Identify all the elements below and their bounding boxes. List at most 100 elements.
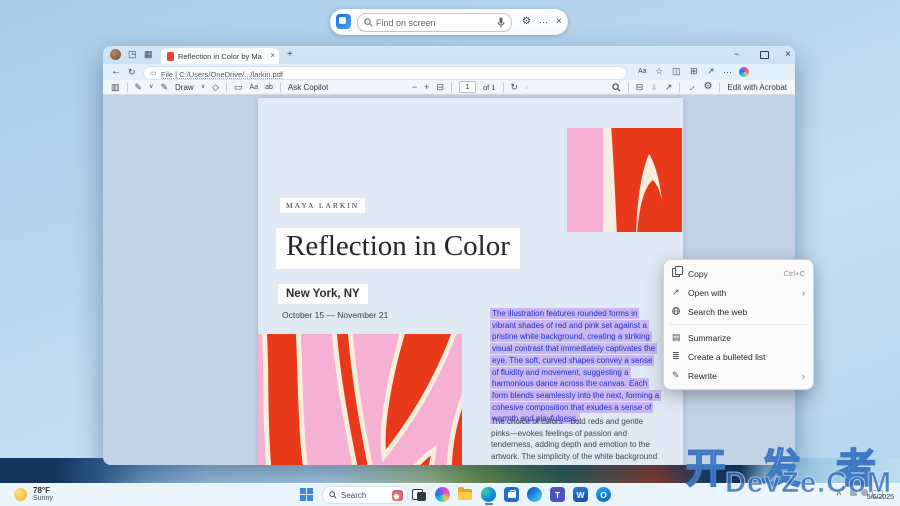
sun-icon (14, 488, 27, 501)
browser-window: ◳ ▦ Reflection in Color by Maya Lar... ×… (103, 46, 795, 465)
menu-item-open-with[interactable]: ↗ Open with › (664, 283, 813, 302)
menu-item-search-the-web[interactable]: Search the web (664, 302, 813, 321)
read-aloud-pdf-icon[interactable]: Aa (250, 84, 259, 91)
refresh-icon[interactable]: ↻ (128, 68, 136, 77)
desktop: Find on screen ⚙ ⋯ × ◳ ▦ Reflection in C… (0, 0, 900, 506)
highlighter-icon[interactable]: ✎ (135, 82, 143, 92)
window-close-icon[interactable]: × (785, 50, 791, 60)
page-number-input[interactable]: 1 (458, 81, 476, 93)
find-on-screen-input[interactable]: Find on screen (357, 13, 512, 32)
menu-item-rewrite[interactable]: ✎ Rewrite › (664, 366, 813, 385)
weather-condition: Sunny (33, 495, 53, 502)
workspaces-icon[interactable]: ◳ (128, 50, 137, 59)
microphone-icon[interactable] (497, 17, 505, 28)
tab-reflection-in-color[interactable]: Reflection in Color by Maya Lar... × (161, 48, 279, 64)
page-view-icon[interactable]: ▫ (525, 82, 528, 92)
click-to-do-icon (336, 14, 351, 29)
toolbar-more-icon[interactable]: ⋯ (723, 68, 732, 77)
profile-avatar[interactable] (110, 49, 121, 60)
menu-label: Create a bulleted list (688, 351, 766, 362)
draw-pen-icon[interactable]: ✎ (160, 82, 168, 92)
task-view-icon-front[interactable] (417, 492, 426, 501)
word-icon[interactable]: W (573, 487, 588, 502)
ask-copilot-button[interactable]: Ask Copilot (288, 83, 328, 92)
pdf-page: MAYA LARKIN Reflection in Color New York… (258, 98, 683, 465)
address-bar-row: ← ↻ ▭ File | C:/Users/OneDrive/.../larki… (103, 64, 795, 80)
draw-chevron-icon[interactable]: ∨ (201, 84, 205, 90)
zoom-in-icon[interactable]: + (424, 82, 429, 92)
context-menu: Copy Ctrl+C ↗ Open with › Search the web… (663, 259, 814, 390)
menu-item-copy[interactable]: Copy Ctrl+C (664, 264, 813, 283)
eraser-icon[interactable]: ◇ (212, 82, 219, 92)
address-bar[interactable]: ▭ File | C:/Users/OneDrive/.../larkin.pd… (143, 66, 627, 80)
weather-temp: 78°F (33, 486, 50, 495)
outlook-icon[interactable]: O (596, 487, 611, 502)
find-placeholder: Find on screen (376, 18, 436, 28)
split-screen-icon[interactable]: ◫ (672, 67, 681, 76)
window-maximize-icon[interactable] (760, 51, 769, 61)
rewrite-icon: ✎ (672, 370, 680, 380)
back-icon[interactable]: ← (111, 67, 121, 77)
window-minimize-icon[interactable]: − (734, 50, 739, 59)
collections-icon[interactable]: ⊞ (690, 67, 698, 76)
doc-paragraph-selected[interactable]: The illustration features rounded forms … (490, 308, 662, 425)
tab-title: Reflection in Color by Maya Lar... (178, 52, 262, 61)
file-explorer-icon[interactable] (458, 487, 473, 502)
fit-to-width-icon[interactable]: ⊟ (436, 82, 444, 92)
new-tab-icon[interactable]: + (287, 50, 293, 60)
taskbar-search-box[interactable]: Search (322, 486, 408, 504)
page-doc-icon: ▭ (150, 70, 157, 77)
zoom-out-icon[interactable]: − (412, 82, 417, 92)
submenu-chevron-icon: › (802, 370, 805, 381)
find-on-screen-bar: Find on screen ⚙ ⋯ × (330, 9, 568, 35)
doc-author: MAYA LARKIN (280, 198, 366, 213)
microsoft-store-icon[interactable] (504, 487, 519, 502)
copy-icon (672, 266, 688, 279)
pdf-toolbar-left: ▥ ✎ ∨ ✎ Draw ∨ ◇ ▭ Aa ab Ask Copilot (111, 82, 328, 92)
pdf-file-icon (167, 52, 174, 61)
page-count-label: of 1 (482, 82, 496, 92)
copilot-icon[interactable] (739, 67, 749, 77)
doc-paragraph: The choice of colors—bold reds and gentl… (491, 417, 658, 465)
overlay-close-icon[interactable]: × (556, 17, 562, 27)
m365-copilot-icon[interactable] (527, 487, 542, 502)
pdf-settings-gear-icon[interactable]: ⚙ (703, 82, 712, 92)
save-as-icon[interactable]: ↗ (665, 82, 673, 92)
tab-actions-icon[interactable]: ▦ (144, 50, 153, 59)
fullscreen-icon[interactable]: ↔ (685, 80, 698, 93)
overlay-more-icon[interactable]: ⋯ (539, 18, 548, 27)
pdf-search-icon[interactable] (612, 82, 621, 92)
bulleted-list-icon: ≣ (672, 351, 680, 361)
save-icon[interactable]: ⇓ (650, 82, 658, 92)
taskbar-copilot-icon[interactable] (435, 487, 450, 502)
artwork-top-right (567, 128, 682, 232)
edge-icon[interactable] (481, 487, 496, 502)
doc-dates: October 15 — November 21 (282, 310, 389, 320)
translate-icon[interactable]: ab (265, 84, 273, 91)
share-icon[interactable]: ↗ (707, 67, 715, 76)
highlighter-chevron-icon[interactable]: ∨ (149, 84, 153, 90)
tab-close-icon[interactable]: × (270, 51, 275, 60)
search-icon (364, 18, 373, 27)
read-aloud-icon[interactable]: Aa (638, 68, 647, 75)
menu-label: Open with (688, 287, 727, 298)
favorites-star-icon[interactable]: ☆ (655, 67, 663, 76)
artwork-left (258, 334, 462, 465)
edit-with-acrobat-button[interactable]: Edit with Acrobat (727, 83, 787, 92)
taskbar-search-label: Search (341, 490, 367, 500)
address-url: File | C:/Users/OneDrive/.../larkin.pdf (161, 69, 283, 79)
menu-label: Copy (688, 268, 708, 279)
text-box-icon[interactable]: ▭ (234, 82, 243, 92)
doc-title: Reflection in Color (276, 228, 520, 269)
menu-item-summarize[interactable]: ▤ Summarize (664, 328, 813, 347)
teams-icon[interactable]: T (550, 487, 565, 502)
draw-label[interactable]: Draw (175, 83, 194, 92)
overlay-settings-gear-icon[interactable]: ⚙ (522, 17, 531, 27)
selected-text[interactable]: The illustration features rounded forms … (490, 308, 662, 425)
rotate-icon[interactable]: ↻ (511, 82, 519, 92)
summarize-icon: ▤ (672, 332, 681, 342)
menu-item-create-bulleted-list[interactable]: ≣ Create a bulleted list (664, 347, 813, 366)
start-button[interactable] (300, 488, 306, 494)
pdf-sidebar-icon[interactable]: ▥ (111, 82, 120, 92)
print-icon[interactable]: ⊟ (636, 82, 644, 92)
